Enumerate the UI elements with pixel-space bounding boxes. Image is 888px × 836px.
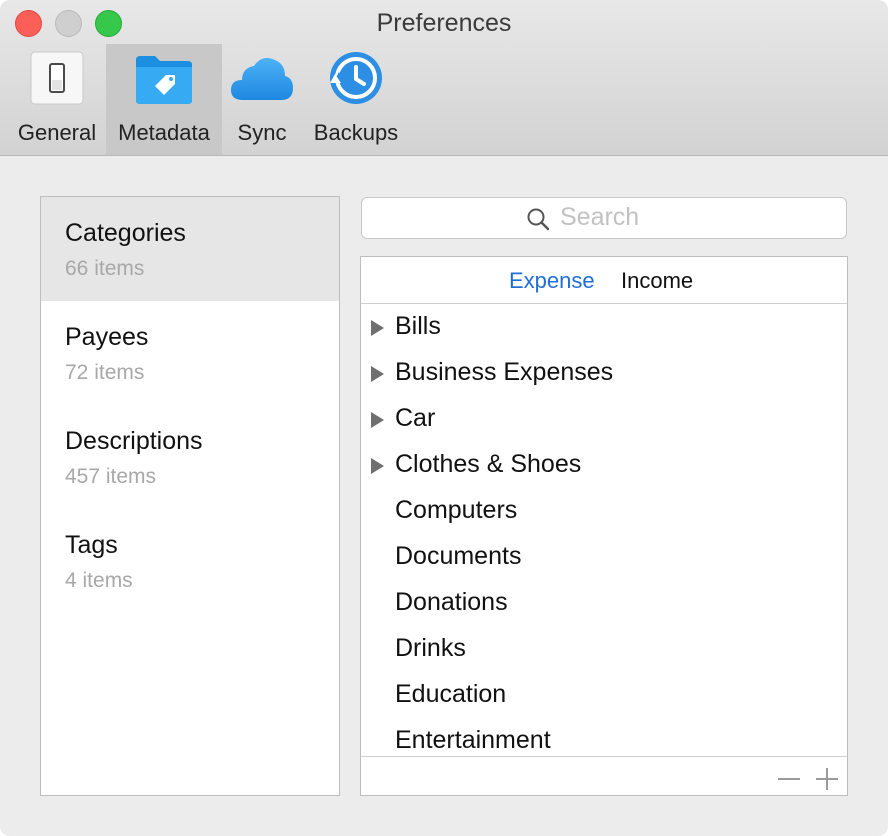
category-row[interactable]: Education	[361, 672, 847, 718]
disclosure-triangle-icon[interactable]	[371, 366, 384, 382]
disclosure-triangle-icon[interactable]	[371, 458, 384, 474]
category-label: Computers	[395, 496, 518, 524]
type-segmented-control: Expense Income	[361, 257, 847, 304]
category-label: Donations	[395, 588, 508, 616]
disclosure-triangle-icon[interactable]	[371, 412, 384, 428]
category-row[interactable]: Entertainment	[361, 718, 847, 756]
time-machine-icon	[330, 52, 382, 104]
category-label: Business Expenses	[395, 358, 614, 386]
category-label: Entertainment	[395, 726, 551, 754]
window-title: Preferences	[376, 9, 512, 37]
toolbar-label-general: General	[17, 120, 97, 145]
sidebar-item-name: Categories	[65, 219, 186, 247]
toolbar-label-backups: Backups	[313, 120, 399, 145]
search-icon	[527, 208, 550, 231]
category-label: Drinks	[395, 634, 466, 662]
remove-item-button[interactable]	[777, 767, 801, 791]
category-outline: Bills Business Expenses Car Clothes & Sh…	[361, 304, 847, 756]
category-list-panel: Expense Income Bills Business Expenses C…	[360, 256, 848, 796]
category-label: Documents	[395, 542, 522, 570]
category-row[interactable]: Car	[361, 396, 847, 442]
list-footer	[361, 756, 847, 796]
title-bar: Preferences General Metadata Sync Backup…	[0, 0, 888, 156]
category-row[interactable]: Donations	[361, 580, 847, 626]
add-item-button[interactable]	[815, 767, 839, 791]
metadata-type-list: Categories 66 items Payees 72 items Desc…	[40, 196, 340, 796]
disclosure-triangle-icon[interactable]	[371, 320, 384, 336]
preferences-window: Preferences General Metadata Sync Backup…	[0, 0, 888, 836]
category-label: Clothes & Shoes	[395, 450, 582, 478]
folder-tag-icon	[136, 56, 192, 104]
category-row[interactable]: Drinks	[361, 626, 847, 672]
toolbar-item-backups[interactable]: Backups	[304, 44, 408, 155]
category-label: Education	[395, 680, 507, 708]
sidebar-item-count: 457 items	[65, 465, 157, 488]
tab-expense[interactable]: Expense	[509, 268, 595, 294]
toolbar-item-metadata[interactable]: Metadata	[106, 44, 222, 155]
sidebar-item-descriptions[interactable]: Descriptions 457 items	[41, 405, 339, 509]
category-label: Car	[395, 404, 436, 432]
category-row[interactable]: Bills	[361, 304, 847, 350]
sidebar-item-count: 72 items	[65, 361, 145, 384]
sidebar-item-categories[interactable]: Categories 66 items	[41, 197, 339, 301]
search-field[interactable]	[361, 197, 847, 239]
sidebar-item-payees[interactable]: Payees 72 items	[41, 301, 339, 405]
sidebar-item-count: 66 items	[65, 257, 145, 280]
category-label: Bills	[395, 312, 441, 340]
search-input[interactable]	[560, 202, 830, 232]
category-row[interactable]: Documents	[361, 534, 847, 580]
sidebar-item-tags[interactable]: Tags 4 items	[41, 509, 339, 613]
category-row[interactable]: Business Expenses	[361, 350, 847, 396]
toolbar-item-sync[interactable]: Sync	[224, 44, 300, 155]
category-row[interactable]: Clothes & Shoes	[361, 442, 847, 488]
sidebar-item-name: Payees	[65, 323, 149, 351]
toolbar-item-general[interactable]: General	[8, 44, 106, 155]
sidebar-item-count: 4 items	[65, 569, 133, 592]
cloud-icon	[231, 58, 293, 100]
toolbar-label-metadata: Metadata	[118, 120, 210, 145]
category-row[interactable]: Computers	[361, 488, 847, 534]
toolbar-label-sync: Sync	[237, 120, 287, 145]
sidebar-item-name: Tags	[65, 531, 118, 559]
switch-icon	[30, 51, 84, 105]
sidebar-item-name: Descriptions	[65, 427, 203, 455]
tab-income[interactable]: Income	[621, 268, 693, 294]
